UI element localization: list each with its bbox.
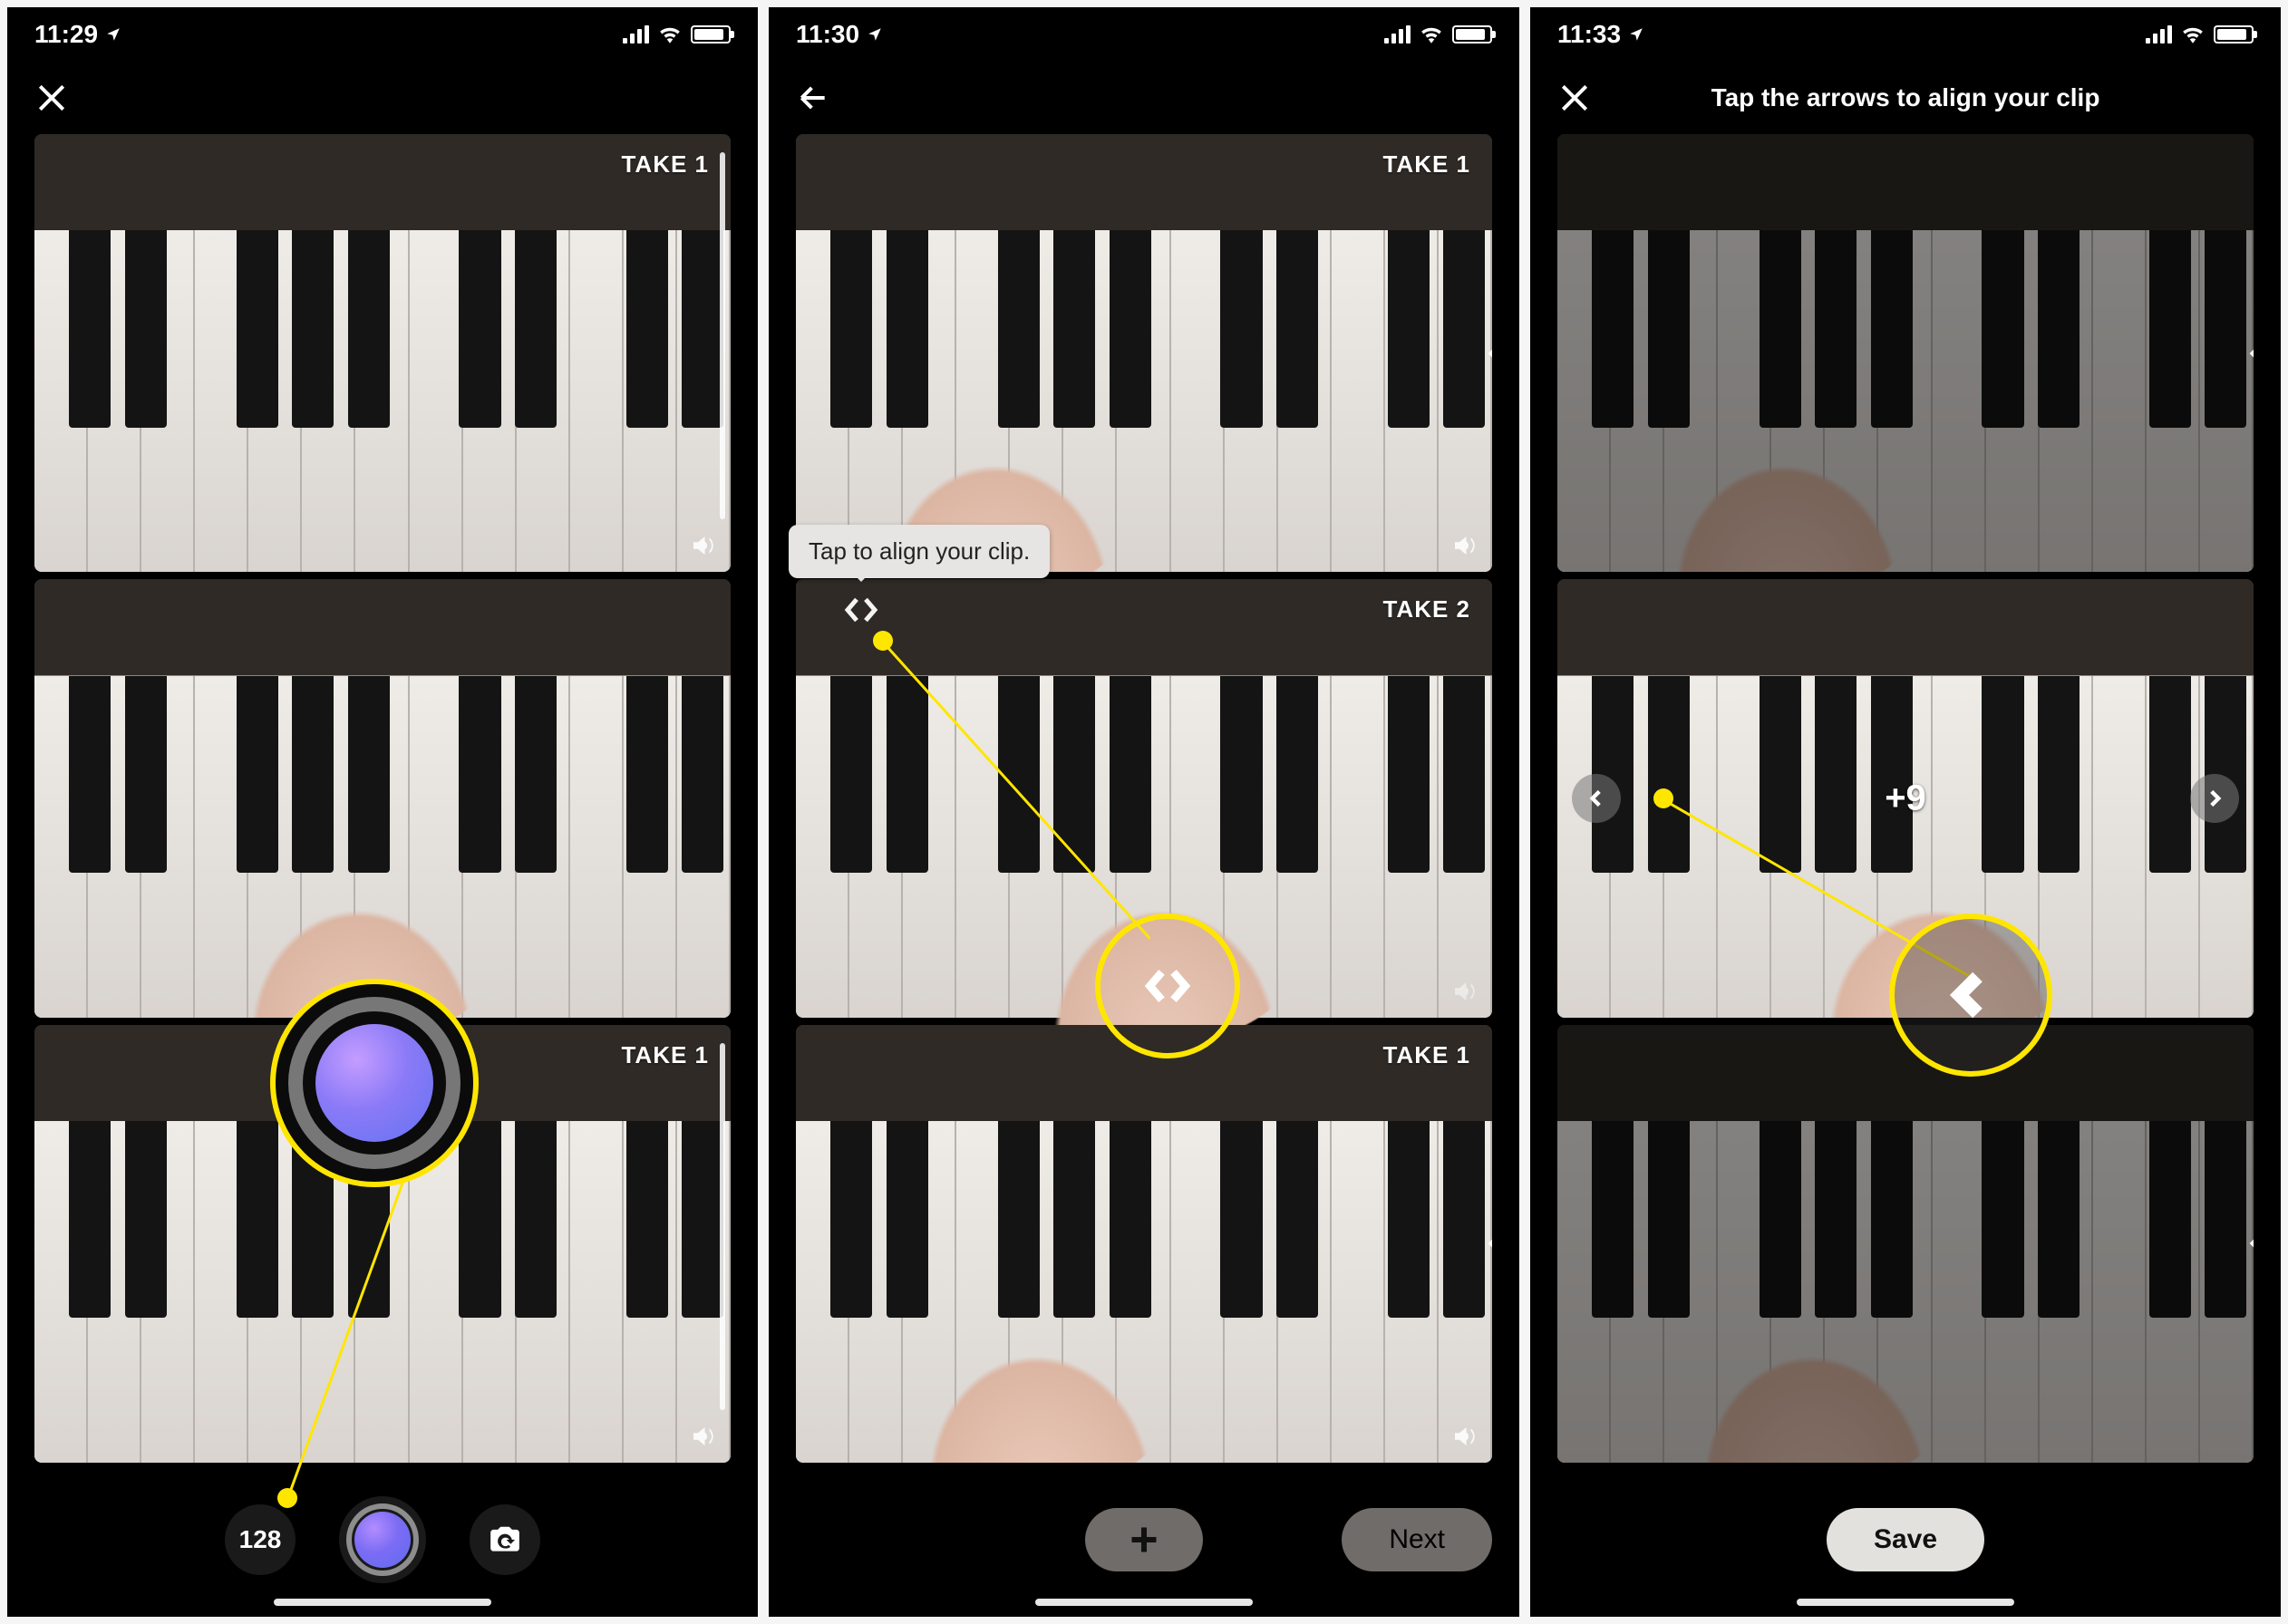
clip-take-active[interactable]: +9 bbox=[1557, 579, 2254, 1017]
clip-list: TAKE 1 TAKE 1 bbox=[7, 134, 758, 1463]
nudge-left-button[interactable] bbox=[1572, 774, 1621, 823]
clip-list: +9 bbox=[1530, 134, 2281, 1463]
back-icon[interactable] bbox=[796, 81, 830, 115]
clip-take[interactable]: TAKE 1 bbox=[796, 1025, 1492, 1463]
status-bar: 11:30 bbox=[769, 7, 1519, 62]
volume-icon[interactable] bbox=[1450, 1423, 1478, 1450]
bottom-bar: 128 bbox=[7, 1463, 758, 1617]
clip-take[interactable]: TAKE 1 bbox=[34, 1025, 731, 1463]
volume-icon[interactable] bbox=[689, 532, 716, 559]
cellular-icon bbox=[623, 25, 649, 44]
cellular-icon bbox=[1384, 25, 1411, 44]
status-time: 11:29 bbox=[34, 20, 98, 49]
cellular-icon bbox=[2146, 25, 2172, 44]
phone-screen-record: 11:29 TAKE 1 bbox=[7, 7, 758, 1617]
take-badge: TAKE 1 bbox=[1382, 1041, 1470, 1069]
flip-camera-button[interactable] bbox=[470, 1504, 540, 1575]
scroll-handle[interactable] bbox=[720, 152, 725, 519]
add-button[interactable] bbox=[1085, 1508, 1203, 1571]
take-badge: TAKE 1 bbox=[621, 1041, 709, 1069]
take-badge: TAKE 2 bbox=[1382, 595, 1470, 624]
location-icon bbox=[1628, 26, 1644, 43]
clip-take[interactable]: TAKE 1 bbox=[796, 134, 1492, 572]
home-indicator[interactable] bbox=[1035, 1599, 1253, 1606]
status-bar: 11:29 bbox=[7, 7, 758, 62]
clip-take bbox=[1557, 1025, 2254, 1463]
phone-screen-align-adjust: 11:33 Tap the arrows to align your clip bbox=[1530, 7, 2281, 1617]
volume-icon[interactable] bbox=[1450, 532, 1478, 559]
app-header bbox=[7, 62, 758, 134]
tooltip-text: Tap to align your clip. bbox=[809, 537, 1030, 565]
page-title: Tap the arrows to align your clip bbox=[1628, 83, 2183, 112]
clip-list: TAKE 1 Tap to align your clip. TAKE 2 bbox=[769, 134, 1519, 1463]
location-icon bbox=[867, 26, 883, 43]
app-header bbox=[769, 62, 1519, 134]
next-label: Next bbox=[1389, 1524, 1445, 1555]
nudge-right-button[interactable] bbox=[2190, 774, 2239, 823]
record-button[interactable] bbox=[339, 1496, 426, 1583]
tempo-label: 128 bbox=[239, 1525, 282, 1554]
take-badge: TAKE 1 bbox=[621, 150, 709, 179]
close-icon[interactable] bbox=[1557, 81, 1592, 115]
battery-icon bbox=[2214, 25, 2254, 44]
status-time: 11:30 bbox=[796, 20, 859, 49]
scroll-handle[interactable] bbox=[720, 1043, 725, 1410]
location-icon bbox=[105, 26, 121, 43]
battery-icon bbox=[691, 25, 731, 44]
offset-value: +9 bbox=[1885, 778, 1926, 818]
clip-take bbox=[1557, 134, 2254, 572]
phone-screen-align-select: 11:30 TAKE 1 bbox=[769, 7, 1519, 1617]
clip-take[interactable]: TAKE 1 bbox=[34, 134, 731, 572]
nudge-left-icon[interactable] bbox=[2232, 1219, 2254, 1268]
take-badge: TAKE 1 bbox=[1382, 150, 1470, 179]
clip-active-record[interactable] bbox=[34, 579, 731, 1017]
bottom-bar: Save bbox=[1530, 1463, 2281, 1617]
align-handle-icon[interactable] bbox=[843, 592, 879, 628]
wifi-icon bbox=[1420, 25, 1443, 44]
bottom-bar: Next bbox=[769, 1463, 1519, 1617]
tempo-button[interactable]: 128 bbox=[225, 1504, 296, 1575]
battery-icon bbox=[1452, 25, 1492, 44]
volume-icon[interactable] bbox=[689, 1423, 716, 1450]
status-bar: 11:33 bbox=[1530, 7, 2281, 62]
wifi-icon bbox=[2181, 25, 2205, 44]
volume-icon[interactable] bbox=[1450, 978, 1478, 1005]
nudge-left-icon[interactable] bbox=[2232, 329, 2254, 378]
home-indicator[interactable] bbox=[1797, 1599, 2014, 1606]
align-tooltip: Tap to align your clip. bbox=[789, 525, 1050, 578]
save-button[interactable]: Save bbox=[1827, 1508, 1984, 1571]
save-label: Save bbox=[1874, 1524, 1937, 1555]
app-header: Tap the arrows to align your clip bbox=[1530, 62, 2281, 134]
home-indicator[interactable] bbox=[274, 1599, 491, 1606]
wifi-icon bbox=[658, 25, 682, 44]
close-icon[interactable] bbox=[34, 81, 69, 115]
next-button[interactable]: Next bbox=[1342, 1508, 1492, 1571]
clip-take-selected[interactable]: Tap to align your clip. TAKE 2 bbox=[796, 579, 1492, 1017]
status-time: 11:33 bbox=[1557, 20, 1621, 49]
